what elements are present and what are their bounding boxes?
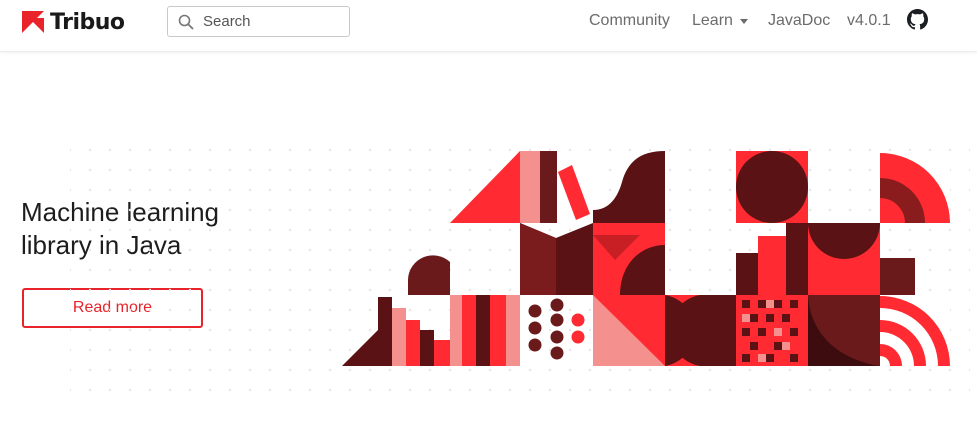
nav-version-link[interactable]: v4.0.1 <box>847 12 891 30</box>
nav-learn-link[interactable]: Learn <box>692 12 733 30</box>
search-input[interactable] <box>203 13 343 30</box>
chevron-down-icon <box>739 18 748 24</box>
tribuo-logo-icon <box>22 11 44 33</box>
nav-item-community[interactable]: Community <box>589 0 670 42</box>
brand-name: Tribuo <box>50 9 125 35</box>
hero-illustration <box>70 140 970 400</box>
top-navbar: Tribuo Community Learn JavaDoc v4.0.1 <box>0 0 977 52</box>
nav-item-javadoc[interactable]: JavaDoc <box>768 0 830 42</box>
brand-link[interactable]: Tribuo <box>22 9 125 35</box>
github-icon[interactable] <box>907 9 928 30</box>
nav-item-learn[interactable]: Learn <box>692 0 748 42</box>
search-icon <box>178 14 194 29</box>
nav-community-link[interactable]: Community <box>589 12 670 30</box>
nav-javadoc-link[interactable]: JavaDoc <box>768 12 830 30</box>
search-box[interactable] <box>167 6 350 37</box>
nav-item-version[interactable]: v4.0.1 <box>847 0 891 42</box>
